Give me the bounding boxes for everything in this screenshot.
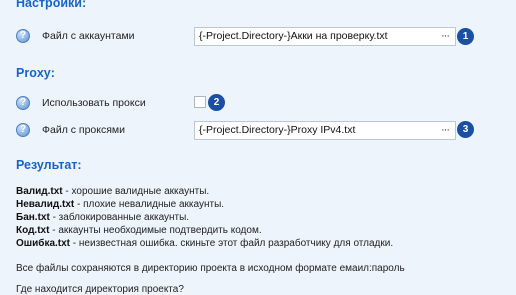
result-file-name: Невалид.txt	[16, 199, 75, 210]
accounts-file-value: {-Project.Directory-}Акки на проверку.tx…	[199, 30, 388, 42]
result-description: - неизвестная ошибка. скиньте этот файл …	[70, 238, 394, 249]
result-line: Ошибка.txt - неизвестная ошибка. скиньте…	[16, 238, 393, 249]
use-proxy-label: Использовать прокси	[42, 97, 146, 109]
help-icon[interactable]: ?	[16, 123, 30, 137]
help-icon[interactable]: ?	[16, 96, 30, 110]
result-description: - хорошие валидные аккаунты.	[62, 186, 210, 197]
result-line: Код.txt - аккаунты необходимые подтверди…	[16, 225, 262, 236]
result-file-name: Код.txt	[16, 225, 50, 236]
proxy-section-title: Proxy:	[16, 66, 55, 80]
proxy-file-input[interactable]: {-Project.Directory-}Proxy IPv4.txt ···	[194, 121, 456, 140]
step-badge-1: 1	[457, 28, 474, 45]
result-file-name: Валид.txt	[16, 186, 63, 197]
accounts-file-input[interactable]: {-Project.Directory-}Акки на проверку.tx…	[194, 27, 456, 46]
result-file-name: Ошибка.txt	[16, 238, 71, 249]
settings-section-title: Настройки:	[16, 0, 87, 10]
result-description: - заблокированные аккаунты.	[49, 212, 190, 223]
browse-button[interactable]: ···	[441, 28, 450, 45]
help-icon[interactable]: ?	[16, 29, 30, 43]
proxy-file-value: {-Project.Directory-}Proxy IPv4.txt	[199, 124, 356, 136]
step-badge-3: 3	[457, 121, 474, 138]
accounts-file-label: Файл с аккаунтами	[42, 30, 135, 42]
use-proxy-checkbox[interactable]	[194, 96, 206, 108]
proxy-file-label: Файл с проксями	[42, 124, 125, 136]
results-section-title: Результат:	[16, 158, 82, 172]
result-line: Валид.txt - хорошие валидные аккаунты.	[16, 186, 209, 197]
browse-button[interactable]: ···	[441, 122, 450, 139]
result-description: - плохие невалидные аккаунты.	[74, 199, 225, 210]
step-badge-2: 2	[208, 94, 225, 111]
result-line: Невалид.txt - плохие невалидные аккаунты…	[16, 199, 224, 210]
result-line: Бан.txt - заблокированные аккаунты.	[16, 212, 189, 223]
result-file-name: Бан.txt	[16, 212, 50, 223]
results-note: Все файлы сохраняются в директорию проек…	[16, 263, 405, 274]
result-description: - аккаунты необходимые подтвердить кодом…	[49, 225, 262, 236]
